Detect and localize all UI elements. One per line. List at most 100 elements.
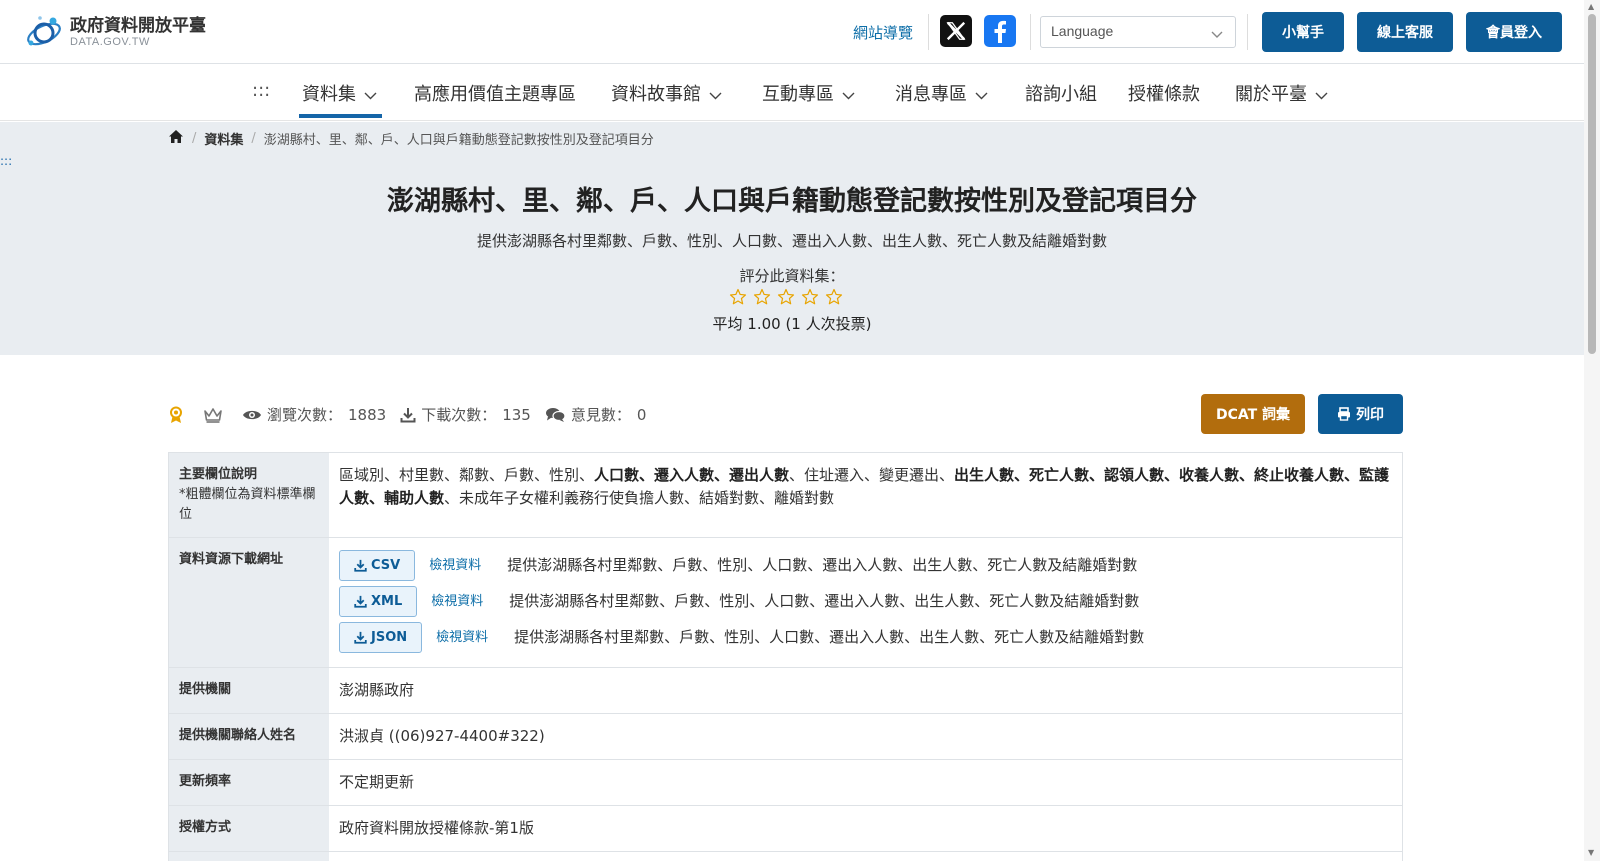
comments-label: 意見數： bbox=[570, 406, 631, 424]
view-data-link[interactable]: 檢視資料 bbox=[431, 590, 483, 613]
nav-item-license[interactable]: 授權條款 bbox=[1128, 80, 1200, 106]
view-data-link[interactable]: 檢視資料 bbox=[436, 626, 488, 649]
fields-note: *粗體欄位為資料標準欄位 bbox=[179, 487, 316, 522]
table-row: 更新頻率 不定期更新 bbox=[169, 760, 1402, 806]
dataset-info-table: 主要欄位說明 *粗體欄位為資料標準欄位 區域別、村里數、鄰數、戶數、性別、人口數… bbox=[168, 452, 1403, 861]
nav-active-indicator bbox=[299, 114, 382, 118]
table-row: 提供機關 澎湖縣政府 bbox=[169, 668, 1402, 714]
scroll-down-icon[interactable]: ▼ bbox=[1588, 848, 1594, 857]
comments-stat: 意見數： 0 bbox=[545, 404, 646, 425]
csv-download-button[interactable]: CSV bbox=[339, 549, 416, 581]
resource-description: 提供澎湖縣各村里鄰數、戶數、性別、人口數、遷出入人數、出生人數、死亡人數及結離婚… bbox=[514, 627, 1145, 646]
chevron-down-icon bbox=[1211, 26, 1223, 42]
scroll-up-icon[interactable]: ▲ bbox=[1588, 2, 1594, 11]
resource-description: 提供澎湖縣各村里鄰數、戶數、性別、人口數、遷出入人數、出生人數、死亡人數及結離婚… bbox=[507, 555, 1138, 574]
dataset-hero: / 資料集 / 澎湖縣村、里、鄰、戶、人口與戶籍動態登記數按性別及登記項目分 :… bbox=[0, 122, 1584, 355]
chevron-down-icon bbox=[364, 84, 377, 105]
resource-item: JSON 檢視資料 提供澎湖縣各村里鄰數、戶數、性別、人口數、遷出入人數、出生人… bbox=[339, 619, 1392, 655]
chevron-down-icon bbox=[1315, 84, 1328, 105]
xml-download-button[interactable]: XML bbox=[339, 585, 418, 617]
site-header: 政府資料開放平臺 DATA.GOV.TW 網站導覽 Language 小幫手 線… bbox=[0, 0, 1584, 64]
logo-title: 政府資料開放平臺 bbox=[70, 15, 206, 36]
site-map-link[interactable]: 網站導覽 bbox=[853, 22, 913, 43]
home-icon[interactable] bbox=[168, 129, 184, 148]
agency-key: 提供機關 bbox=[169, 668, 329, 713]
scroll-thumb[interactable] bbox=[1588, 14, 1596, 354]
print-button[interactable]: 列印 bbox=[1318, 394, 1403, 434]
downloads-count: 135 bbox=[502, 405, 531, 424]
main-navigation: ::: 資料集 高應用價值主題專區 資料故事館 互動專區 消息專區 諮詢小組 授… bbox=[0, 65, 1584, 121]
nav-item-about[interactable]: 關於平臺 bbox=[1235, 80, 1328, 106]
nav-accesskey[interactable]: ::: bbox=[252, 80, 270, 101]
table-row: 授權方式 政府資料開放授權條款-第1版 bbox=[169, 806, 1402, 852]
agency-link[interactable]: 澎湖縣政府 bbox=[329, 668, 1402, 713]
downloads-label: 下載次數： bbox=[421, 406, 497, 424]
resources-key: 資料資源下載網址 bbox=[169, 538, 329, 667]
standard-fields-text: 人口數、遷入人數、遷出人數 bbox=[594, 466, 790, 484]
member-login-button[interactable]: 會員登入 bbox=[1466, 12, 1562, 52]
star-icon[interactable] bbox=[774, 288, 798, 306]
nav-item-label: 資料故事館 bbox=[611, 84, 701, 105]
resource-item: CSV 檢視資料 提供澎湖縣各村里鄰數、戶數、性別、人口數、遷出入人數、出生人數… bbox=[339, 547, 1392, 583]
fields-value: 區域別、村里數、鄰數、戶數、性別、人口數、遷入人數、遷出人數、住址遷入、變更遷出… bbox=[329, 453, 1402, 537]
page-scrollbar[interactable]: ▲ ▼ bbox=[1584, 0, 1600, 861]
comments-icon bbox=[545, 407, 566, 422]
star-icon[interactable] bbox=[822, 288, 846, 306]
format-label: XML bbox=[371, 593, 403, 609]
divider bbox=[1247, 14, 1248, 50]
online-service-button[interactable]: 線上客服 bbox=[1357, 12, 1453, 52]
chevron-down-icon bbox=[709, 84, 722, 105]
fields-text: 、未成年子女權利義務行使負擔人數、結婚對數、離婚對數 bbox=[444, 489, 835, 507]
nav-item-label: 高應用價值主題專區 bbox=[414, 84, 576, 105]
frequency-key: 更新頻率 bbox=[169, 760, 329, 805]
divider bbox=[1030, 14, 1031, 50]
logo-subtitle: DATA.GOV.TW bbox=[70, 35, 150, 48]
view-data-link[interactable]: 檢視資料 bbox=[429, 554, 481, 577]
license-value: 政府資料開放授權條款-第1版 bbox=[339, 819, 534, 837]
chevron-down-icon bbox=[975, 84, 988, 105]
nav-item-interactive[interactable]: 互動專區 bbox=[762, 80, 855, 106]
resources-value: CSV 檢視資料 提供澎湖縣各村里鄰數、戶數、性別、人口數、遷出入人數、出生人數… bbox=[329, 538, 1402, 667]
language-select-value: Language bbox=[1051, 23, 1114, 39]
download-icon bbox=[354, 595, 367, 608]
x-twitter-icon[interactable] bbox=[940, 15, 972, 47]
page-subtitle: 提供澎湖縣各村里鄰數、戶數、性別、人口數、遷出入人數、出生人數、死亡人數及結離婚… bbox=[476, 232, 1107, 250]
nav-item-label: 諮詢小組 bbox=[1025, 84, 1097, 105]
nav-item-advisory[interactable]: 諮詢小組 bbox=[1025, 80, 1097, 106]
divider bbox=[928, 14, 929, 50]
eye-icon bbox=[243, 410, 261, 419]
helper-button[interactable]: 小幫手 bbox=[1262, 12, 1344, 52]
row-value bbox=[329, 852, 1402, 861]
frequency-value: 不定期更新 bbox=[339, 773, 415, 791]
nav-item-datasets[interactable]: 資料集 bbox=[302, 80, 377, 106]
content-accesskey[interactable]: ::: bbox=[0, 154, 12, 168]
print-label: 列印 bbox=[1356, 407, 1384, 423]
breadcrumb-separator: / bbox=[251, 131, 256, 146]
fields-text: 、住址遷入、變更遷出、 bbox=[789, 466, 955, 484]
site-logo[interactable]: 政府資料開放平臺 DATA.GOV.TW bbox=[24, 12, 206, 52]
star-icon[interactable] bbox=[726, 288, 750, 306]
breadcrumb-datasets[interactable]: 資料集 bbox=[204, 129, 243, 148]
format-label: CSV bbox=[371, 557, 401, 573]
nav-item-label: 消息專區 bbox=[895, 84, 967, 105]
format-label: JSON bbox=[371, 629, 408, 645]
downloads-stat: 下載次數： 135 bbox=[400, 404, 531, 425]
download-icon bbox=[354, 631, 367, 644]
nav-item-label: 資料集 bbox=[302, 84, 356, 105]
table-row: 資料資源下載網址 CSV 檢視資料 提供澎湖縣各村里鄰數、戶數、性別、人口數、遷… bbox=[169, 538, 1402, 668]
breadcrumb: / 資料集 / 澎湖縣村、里、鄰、戶、人口與戶籍動態登記數按性別及登記項目分 bbox=[168, 129, 654, 148]
nav-item-news[interactable]: 消息專區 bbox=[895, 80, 988, 106]
views-stat: 瀏覽次數： 1883 bbox=[242, 404, 386, 425]
star-icon[interactable] bbox=[798, 288, 822, 306]
json-download-button[interactable]: JSON bbox=[339, 621, 423, 653]
language-select[interactable]: Language bbox=[1040, 16, 1236, 48]
star-icon[interactable] bbox=[750, 288, 774, 306]
nav-item-high-value[interactable]: 高應用價值主題專區 bbox=[414, 80, 576, 106]
crown-icon bbox=[203, 407, 228, 423]
dcat-button[interactable]: DCAT 詞彙 bbox=[1201, 394, 1305, 434]
nav-item-stories[interactable]: 資料故事館 bbox=[611, 80, 722, 106]
contact-value: 洪淑貞 ((06)927-4400#322) bbox=[339, 727, 545, 745]
dataset-stats: 瀏覽次數： 1883 下載次數： 135 意見數： 0 bbox=[168, 404, 660, 425]
facebook-icon[interactable] bbox=[984, 15, 1016, 47]
license-key: 授權方式 bbox=[169, 806, 329, 851]
